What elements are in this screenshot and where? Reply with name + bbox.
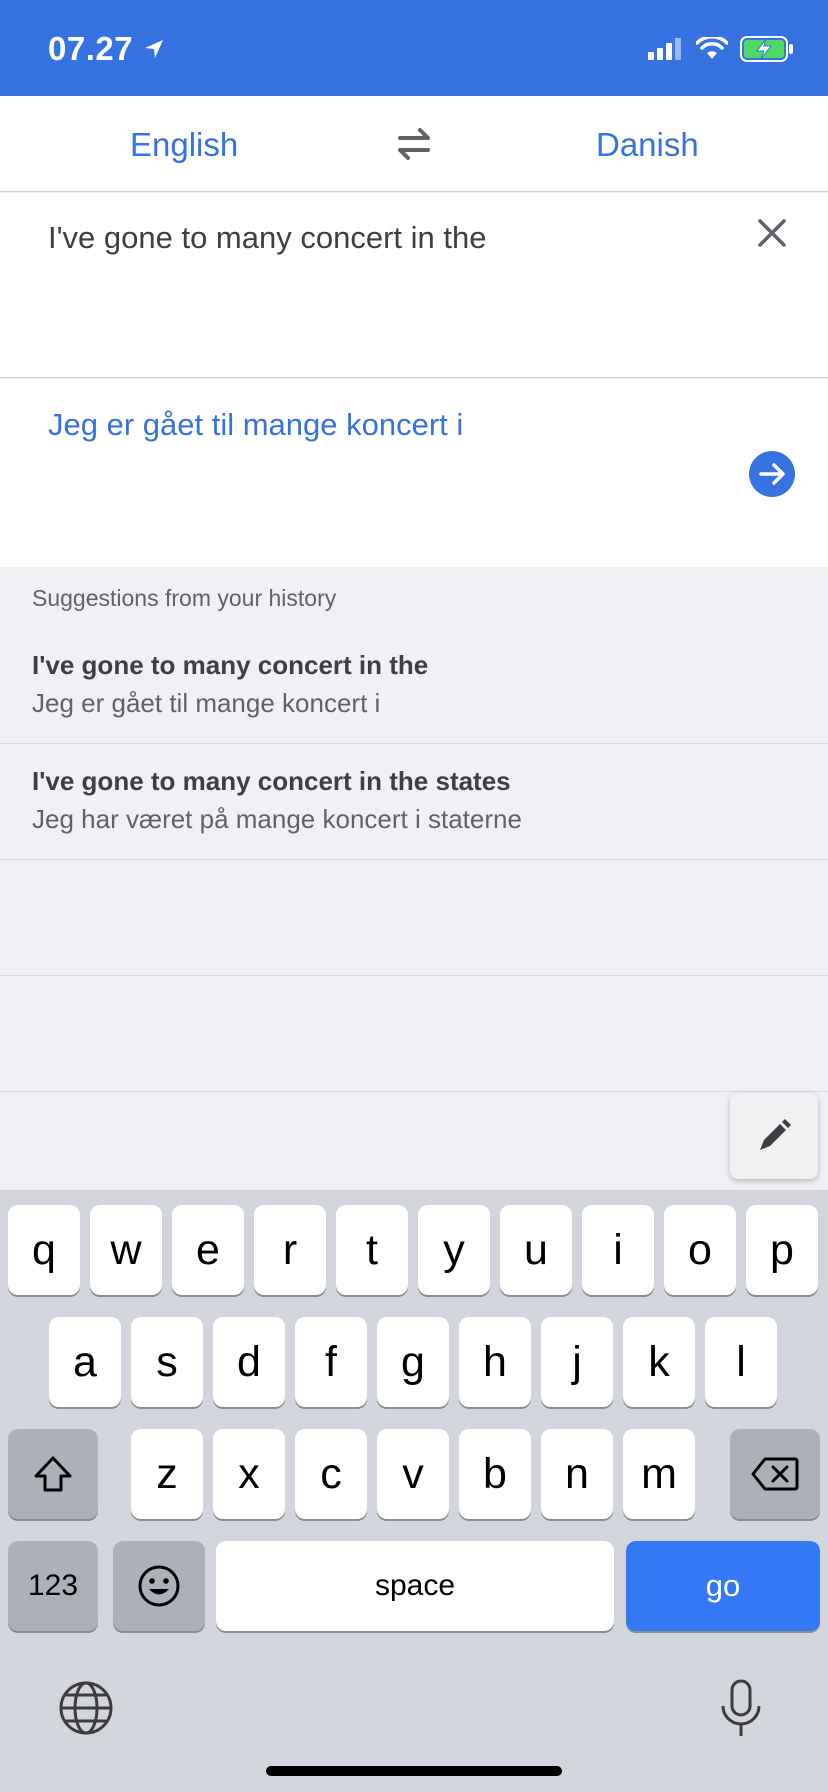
- suggestions-header: Suggestions from your history: [32, 585, 337, 611]
- status-time-group: 07.27: [48, 30, 165, 68]
- key-n[interactable]: n: [541, 1429, 613, 1519]
- key-a[interactable]: a: [49, 1317, 121, 1407]
- translation-text: Jeg er gået til mange koncert i: [48, 407, 464, 442]
- signal-icon: [648, 38, 681, 60]
- location-arrow-icon: [145, 40, 164, 58]
- emoji-key[interactable]: [113, 1541, 205, 1631]
- suggestion-item[interactable]: I've gone to many concert in the Jeg er …: [0, 628, 828, 744]
- key-i[interactable]: i: [582, 1205, 654, 1295]
- key-f[interactable]: f: [295, 1317, 367, 1407]
- key-p[interactable]: p: [746, 1205, 818, 1295]
- backspace-icon: [751, 1457, 799, 1491]
- key-s[interactable]: s: [131, 1317, 203, 1407]
- numbers-key[interactable]: 123: [8, 1541, 98, 1631]
- key-l[interactable]: l: [705, 1317, 777, 1407]
- key-z[interactable]: z: [131, 1429, 203, 1519]
- swap-icon[interactable]: [392, 124, 436, 164]
- key-x[interactable]: x: [213, 1429, 285, 1519]
- status-time: 07.27: [48, 30, 134, 67]
- shift-key[interactable]: [8, 1429, 98, 1519]
- key-y[interactable]: y: [418, 1205, 490, 1295]
- handwriting-button[interactable]: [730, 1093, 818, 1179]
- source-language-button[interactable]: English: [130, 126, 238, 164]
- suggestion-source: I've gone to many concert in the: [32, 650, 429, 680]
- key-t[interactable]: t: [336, 1205, 408, 1295]
- emoji-icon: [138, 1565, 180, 1607]
- space-key[interactable]: space: [216, 1541, 614, 1631]
- key-d[interactable]: d: [213, 1317, 285, 1407]
- key-o[interactable]: o: [664, 1205, 736, 1295]
- key-r[interactable]: r: [254, 1205, 326, 1295]
- key-e[interactable]: e: [172, 1205, 244, 1295]
- key-j[interactable]: j: [541, 1317, 613, 1407]
- key-c[interactable]: c: [295, 1429, 367, 1519]
- language-bar: English Danish: [0, 96, 828, 192]
- suggestion-target: Jeg har været på mange koncert i statern…: [32, 804, 522, 834]
- suggestion-source: I've gone to many concert in the states: [32, 766, 511, 796]
- home-indicator[interactable]: [266, 1766, 562, 1776]
- status-indicators: [648, 36, 794, 62]
- globe-icon[interactable]: [58, 1680, 114, 1736]
- empty-suggestion-row: [0, 860, 828, 976]
- wifi-icon: [696, 37, 728, 59]
- source-text-area[interactable]: I've gone to many concert in the: [0, 193, 828, 378]
- empty-suggestion-row: [0, 976, 828, 1092]
- pen-icon: [760, 1119, 791, 1150]
- key-b[interactable]: b: [459, 1429, 531, 1519]
- shift-icon: [34, 1456, 72, 1492]
- keyboard: q w e r t y u i o p a s d f g h j k l z …: [0, 1190, 828, 1792]
- translation-area: Jeg er gået til mange koncert i: [0, 379, 828, 567]
- close-icon[interactable]: [752, 213, 792, 253]
- key-m[interactable]: m: [623, 1429, 695, 1519]
- key-q[interactable]: q: [8, 1205, 80, 1295]
- microphone-icon[interactable]: [718, 1678, 764, 1740]
- target-language-button[interactable]: Danish: [596, 126, 699, 164]
- source-text-input[interactable]: I've gone to many concert in the: [48, 220, 486, 256]
- backspace-key[interactable]: [730, 1429, 820, 1519]
- suggestion-item[interactable]: I've gone to many concert in the states …: [0, 744, 828, 860]
- key-u[interactable]: u: [500, 1205, 572, 1295]
- key-w[interactable]: w: [90, 1205, 162, 1295]
- key-g[interactable]: g: [377, 1317, 449, 1407]
- key-v[interactable]: v: [377, 1429, 449, 1519]
- arrow-right-circle-icon[interactable]: [749, 451, 795, 497]
- status-bar: 07.27: [0, 0, 828, 96]
- key-k[interactable]: k: [623, 1317, 695, 1407]
- suggestion-target: Jeg er gået til mange koncert i: [32, 688, 381, 718]
- key-h[interactable]: h: [459, 1317, 531, 1407]
- go-key[interactable]: go: [626, 1541, 820, 1631]
- battery-charging-icon: [740, 36, 793, 62]
